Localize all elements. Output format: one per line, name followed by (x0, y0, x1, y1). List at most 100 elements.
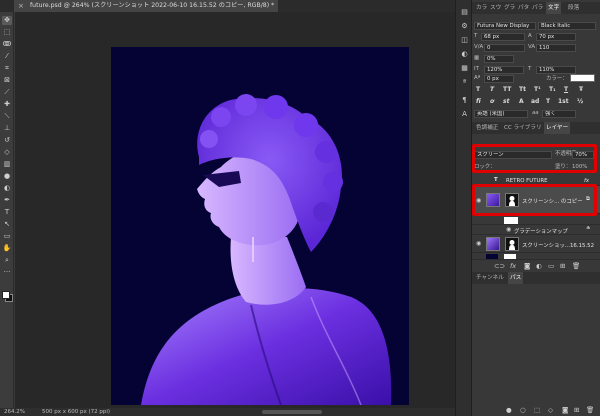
delete-layer-icon[interactable]: 🗑 (572, 262, 580, 270)
layer-row-original[interactable]: ◉ スクリーンショッ...16.15.52 (472, 235, 600, 253)
paragraph-icon[interactable]: ¶ (460, 96, 469, 104)
gradient-tool-icon[interactable]: ▥ (2, 160, 12, 169)
properties-icon[interactable]: ⚙ (460, 22, 469, 30)
more-tools-icon[interactable]: ··· (2, 268, 12, 277)
original-layer-visibility-icon[interactable]: ◉ (476, 240, 481, 247)
faux-italic-button[interactable]: T (490, 86, 494, 94)
small-caps-button[interactable]: Tt (519, 86, 526, 94)
foreground-color-swatch[interactable] (2, 291, 10, 299)
new-layer-icon[interactable]: ⊞ (560, 262, 565, 270)
ligatures-button[interactable]: fi (476, 98, 481, 106)
clone-stamp-tool-icon[interactable]: ⊥ (2, 124, 12, 133)
horizontal-scale-field[interactable]: 110% (536, 66, 576, 74)
magic-wand-tool-icon[interactable]: ⁄ (2, 52, 12, 61)
baseline-shift-field[interactable]: 0 px (484, 75, 514, 83)
stroke-path-icon[interactable]: ○ (520, 406, 526, 414)
horizontal-scrollbar[interactable] (262, 410, 322, 414)
history-icon[interactable]: ▤ (460, 8, 469, 16)
titling-alternates-button[interactable]: ad (531, 98, 539, 106)
tracking-field[interactable]: 110 (536, 44, 576, 52)
tab-cc-libraries[interactable]: CC ライブラリ (504, 122, 542, 134)
type-tool-icon[interactable]: T (2, 208, 12, 217)
adjustment-layer-icon[interactable]: ◐ (536, 262, 542, 270)
load-selection-icon[interactable]: ⬚ (534, 406, 540, 414)
anti-alias-select[interactable]: 強く (542, 110, 576, 118)
delete-path-icon[interactable]: 🗑 (586, 406, 594, 414)
underline-button[interactable]: T (564, 86, 568, 94)
add-mask-icon[interactable]: ◙ (524, 262, 530, 270)
tab-channels[interactable]: チャンネル (476, 272, 504, 284)
marquee-tool-icon[interactable]: ⬚ (2, 28, 12, 37)
rectangle-tool-icon[interactable]: ▭ (2, 232, 12, 241)
tab-swatches[interactable]: スウ (490, 2, 501, 14)
tab-gradients[interactable]: グラ (504, 2, 515, 14)
all-caps-button[interactable]: TT (503, 86, 511, 94)
kerning-field[interactable]: 0 (484, 44, 525, 52)
eraser-tool-icon[interactable]: ◇ (2, 148, 12, 157)
fill-path-icon[interactable]: ● (506, 406, 512, 414)
tab-patterns[interactable]: パタ (518, 2, 529, 14)
character-icon[interactable]: A (460, 110, 469, 118)
layer-row-background[interactable] (472, 253, 600, 260)
background-layer-thumbnail (486, 254, 498, 259)
pen-tool-icon[interactable]: ✒ (2, 196, 12, 205)
group-icon[interactable]: ▭ (548, 262, 554, 270)
tab-adjustments[interactable]: 色調補正 (476, 122, 498, 134)
document-tab[interactable]: × future.psd @ 264% (スクリーンショット 2022-06-1… (14, 0, 279, 12)
language-select[interactable]: 英語 (米国) (474, 110, 528, 118)
tab-character[interactable]: 文字 (546, 2, 562, 14)
add-mask-path-icon[interactable]: ◙ (562, 406, 568, 414)
opentype-more-button[interactable]: ½ (577, 98, 583, 106)
strikethrough-button[interactable]: Ŧ (579, 86, 583, 94)
close-tab-icon[interactable]: × (18, 0, 24, 12)
fractions-button[interactable]: 1st (558, 98, 569, 106)
brush-tool-icon[interactable]: ⟍ (2, 112, 12, 121)
history-brush-tool-icon[interactable]: ↺ (2, 136, 12, 145)
tab-layers[interactable]: レイヤー (544, 122, 571, 134)
make-path-icon[interactable]: ◇ (548, 406, 553, 414)
new-path-icon[interactable]: ⊞ (574, 406, 579, 414)
layer-row-effect[interactable]: ◉ グラデーションマップ ≚ (472, 225, 600, 235)
healing-brush-tool-icon[interactable]: ✚ (2, 100, 12, 109)
move-tool-icon[interactable]: ✥ (2, 16, 12, 25)
font-style-select[interactable]: Black Italic (538, 22, 596, 30)
frame-tool-icon[interactable]: ⊠ (2, 76, 12, 85)
effect-visibility-icon[interactable]: ◉ (506, 226, 511, 233)
glyphs-icon[interactable]: ª (460, 78, 469, 86)
layer-row-adjustment[interactable] (472, 216, 600, 225)
faux-bold-button[interactable]: T (476, 86, 480, 94)
artboard[interactable] (111, 47, 409, 405)
tab-color[interactable]: カラ (476, 2, 487, 14)
eyedropper-tool-icon[interactable]: ⟋ (2, 88, 12, 97)
add-style-icon[interactable]: fx (510, 262, 516, 270)
tab-paths[interactable]: パス (508, 272, 524, 284)
font-family-select[interactable]: Futura New Display (474, 22, 536, 30)
stylistic-alternates-button[interactable]: A (519, 98, 524, 106)
ordinals-button[interactable]: T (546, 98, 550, 106)
zoom-tool-icon[interactable]: ⌕ (2, 256, 12, 265)
hand-tool-icon[interactable]: ✋ (2, 244, 12, 253)
tsume-field[interactable]: 0% (484, 55, 514, 63)
libraries-icon[interactable]: ▦ (460, 64, 469, 72)
zoom-level[interactable]: 264.2% (4, 408, 25, 416)
vertical-scale-field[interactable]: 120% (484, 66, 524, 74)
leading-field[interactable]: 70 px (536, 33, 576, 41)
subscript-button[interactable]: T₁ (549, 86, 556, 94)
path-selection-tool-icon[interactable]: ↖ (2, 220, 12, 229)
effect-options-icon[interactable]: ≚ (586, 226, 591, 232)
discretionary-ligatures-button[interactable]: ơ (490, 98, 494, 106)
canvas-area[interactable] (15, 12, 455, 408)
adjustments-icon[interactable]: ◐ (460, 50, 469, 58)
crop-tool-icon[interactable]: ⌗ (2, 64, 12, 73)
lasso-tool-icon[interactable]: ↂ (2, 40, 12, 49)
superscript-button[interactable]: T¹ (534, 86, 541, 94)
text-color-swatch[interactable] (570, 74, 595, 82)
swatches-icon[interactable]: ◫ (460, 36, 469, 44)
blur-tool-icon[interactable]: ● (2, 172, 12, 181)
link-layers-icon[interactable]: ⊂⊃ (494, 262, 505, 270)
tab-paragraph-styles[interactable]: パラ (532, 2, 543, 14)
tab-paragraph[interactable]: 段落 (568, 2, 579, 14)
dodge-tool-icon[interactable]: ◐ (2, 184, 12, 193)
swash-button[interactable]: st (503, 98, 509, 106)
font-size-field[interactable]: 68 px (481, 33, 525, 41)
